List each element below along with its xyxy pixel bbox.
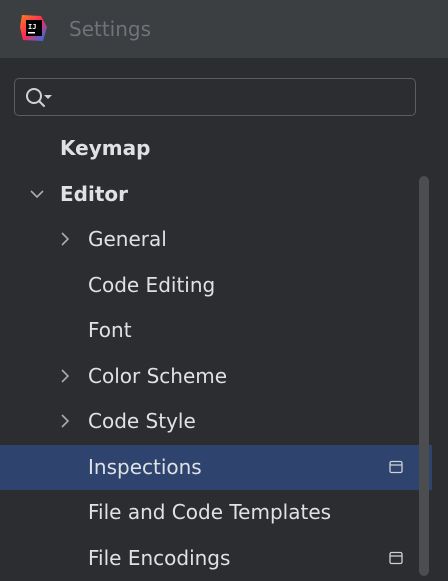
settings-search-box[interactable]	[14, 78, 416, 116]
tree-item-file-and-code-templates[interactable]: File and Code Templates	[0, 490, 432, 535]
chevron-right-icon[interactable]	[58, 368, 72, 383]
project-level-settings-icon	[389, 551, 403, 564]
chevron-right-icon[interactable]	[58, 232, 72, 246]
tree-item-code-style[interactable]: Code Style	[0, 399, 432, 444]
tree-item-label: Code Style	[88, 409, 196, 433]
scrollbar-thumb[interactable]	[419, 176, 429, 576]
tree-item-editor[interactable]: Editor	[0, 172, 432, 217]
settings-search-input[interactable]	[61, 83, 406, 111]
title-bar: IJ Settings	[0, 0, 448, 58]
window-title: Settings	[69, 17, 152, 41]
tree-item-label: File and Code Templates	[88, 500, 332, 524]
tree-item-label: Color Scheme	[88, 363, 228, 388]
intellij-idea-logo-icon: IJ	[20, 15, 47, 41]
tree-item-keymap[interactable]: Keymap	[0, 126, 432, 171]
chevron-down-icon[interactable]	[30, 187, 44, 201]
tree-item-font[interactable]: Font	[0, 308, 432, 353]
tree-item-label: Code Editing	[88, 272, 216, 297]
svg-text:IJ: IJ	[28, 23, 36, 31]
tree-item-code-editing[interactable]: Code Editing	[0, 263, 432, 308]
settings-tree-scrollbar[interactable]	[416, 176, 432, 576]
tree-item-label: Editor	[60, 181, 128, 206]
tree-item-inspections[interactable]: Inspections	[0, 444, 432, 490]
tree-item-label: General	[88, 227, 167, 251]
tree-item-label: Keymap	[60, 136, 151, 160]
tree-item-file-encodings[interactable]: File Encodings	[0, 536, 432, 581]
chevron-right-icon[interactable]	[58, 414, 72, 428]
tree-item-label: Inspections	[88, 454, 202, 479]
tree-item-general[interactable]: General	[0, 217, 432, 262]
tree-item-color-scheme[interactable]: Color Scheme	[0, 354, 432, 399]
project-level-settings-icon	[389, 460, 403, 473]
tree-item-label: File Encodings	[88, 545, 231, 570]
tree-item-label: Font	[88, 318, 132, 342]
search-with-dropdown-icon[interactable]	[23, 85, 53, 109]
